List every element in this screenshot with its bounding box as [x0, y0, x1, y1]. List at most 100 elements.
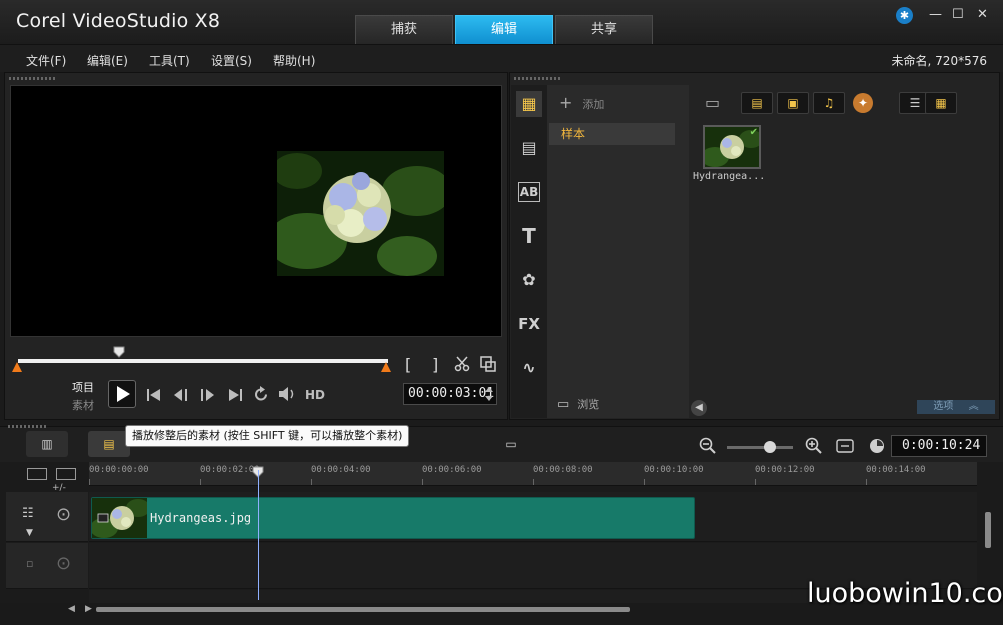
menu-settings[interactable]: 设置(S) [211, 52, 252, 69]
media-icon[interactable]: ▦ [516, 91, 542, 117]
menu-file[interactable]: 文件(F) [26, 52, 66, 69]
timeline-view-icon[interactable]: ▤ [88, 431, 130, 457]
tab-capture[interactable]: 捕获 [355, 15, 453, 44]
lock-icon[interactable]: ▫ [26, 557, 33, 570]
next-frame-icon[interactable] [199, 388, 217, 402]
thumbnail-label: Hydrangea... [693, 171, 766, 182]
library-folders: + 添加 样本 ▭ 浏览 [547, 85, 689, 418]
ruler-tick [866, 479, 867, 485]
filter-icon[interactable]: FX [516, 311, 542, 337]
ruler-label: 00:00:06:00 [422, 465, 482, 475]
library-thumbnail[interactable]: ✔ [703, 125, 761, 169]
graphic-icon[interactable]: ✿ [516, 267, 542, 293]
panel-grip[interactable] [9, 77, 57, 80]
ruler-tick [755, 479, 756, 485]
volume-icon[interactable] [278, 386, 298, 402]
add-folder-button[interactable]: + 添加 [559, 93, 604, 112]
play-button[interactable] [108, 380, 136, 408]
options-button[interactable]: 选项 ︽ [917, 400, 995, 414]
scroll-left-icon[interactable]: ◀ [68, 604, 75, 614]
project-info: 未命名, 720*576 [891, 54, 987, 68]
title-icon[interactable]: T [516, 223, 542, 249]
repeat-icon[interactable] [253, 386, 270, 403]
trim-end-marker-icon[interactable] [381, 362, 391, 372]
menu-help[interactable]: 帮助(H) [273, 52, 315, 69]
panel-grip[interactable] [514, 77, 562, 80]
watermark: luobowin10.com [807, 578, 1003, 609]
help-badge-icon[interactable]: ✱ [896, 7, 913, 24]
fit-project-icon[interactable] [836, 439, 854, 453]
ruler-label: 00:00:08:00 [533, 465, 593, 475]
play-icon [117, 386, 130, 402]
zoom-out-icon[interactable] [699, 437, 717, 455]
tab-edit[interactable]: 编辑 [455, 15, 553, 44]
scroll-right-icon[interactable]: ▶ [85, 604, 92, 614]
browse-button[interactable]: ▭ 浏览 [557, 396, 599, 412]
browse-label: 浏览 [577, 398, 600, 411]
overlay-track-icon: ⊙ [56, 553, 72, 574]
panel-grip[interactable] [8, 425, 48, 428]
library-content: ▭ ▤ ▣ ♫ ✦ ☰ ▦ ✔ Hydrangea... ◀ 选项 ︽ [689, 85, 999, 418]
scrubber-handle-icon[interactable] [113, 346, 125, 358]
track-toggle-icon[interactable]: ☷ [22, 506, 34, 521]
mark-in-button[interactable]: [ [405, 355, 411, 374]
transition-icon[interactable]: AB [518, 182, 540, 202]
mode-project-label[interactable]: 项目 [72, 379, 94, 395]
vertical-scrollbar[interactable] [985, 512, 991, 548]
library-sidebar: ▦ ▤ AB T ✿ FX ∿ [511, 85, 547, 418]
enlarge-preview-icon[interactable] [480, 356, 496, 372]
ruler-label: 00:00:04:00 [311, 465, 371, 475]
title-toolbar-icon[interactable]: ▭ [490, 431, 532, 457]
browse-icon: ▭ [557, 397, 570, 412]
menu-tools[interactable]: 工具(T) [149, 52, 190, 69]
app-title: Corel VideoStudio X8 [16, 10, 221, 32]
scissors-icon[interactable] [454, 356, 470, 372]
menu-edit[interactable]: 编辑(E) [87, 52, 128, 69]
zoom-slider[interactable] [727, 446, 793, 449]
ruler-tick [200, 479, 201, 485]
player-timecode-value: 00:00:03:01 [408, 386, 495, 401]
end-icon[interactable] [227, 388, 243, 402]
thumbnail-view-icon[interactable]: ▦ [925, 92, 957, 114]
preview-image [277, 151, 444, 276]
open-folder-icon[interactable]: ▭ [705, 93, 720, 112]
path-icon[interactable]: ∿ [516, 355, 542, 381]
maximize-button[interactable]: ☐ [952, 7, 964, 22]
storyboard-view-icon[interactable]: ▥ [26, 431, 68, 457]
home-icon[interactable] [146, 388, 162, 402]
trim-start-marker-icon[interactable] [12, 362, 22, 372]
hd-preview-button[interactable]: HD [305, 388, 325, 402]
workspace-tabs: 捕获 编辑 共享 [355, 15, 653, 44]
horizontal-scrollbar[interactable] [96, 607, 630, 612]
player-timecode[interactable]: 00:00:03:01 [403, 383, 497, 405]
ruler-label: 00:00:00:00 [89, 465, 149, 475]
timeline-ruler[interactable]: 00:00:00:00 00:00:02:00 00:00:04:00 00:0… [89, 462, 977, 486]
checkmark-icon: ✔ [749, 127, 758, 138]
zoom-in-icon[interactable] [805, 437, 823, 455]
overlay-track-header: ▫ ⊙ [6, 543, 88, 589]
timeline-duration[interactable]: 0:00:10:24 [891, 435, 987, 457]
ruler-tick [422, 479, 423, 485]
show-photos-icon[interactable]: ▣ [777, 92, 809, 114]
previous-frame-icon[interactable] [172, 388, 190, 402]
folder-item-sample[interactable]: 样本 [549, 123, 675, 145]
mark-out-button[interactable]: ] [432, 355, 438, 374]
chapter-point-icon[interactable] [56, 468, 76, 480]
show-videos-icon[interactable]: ▤ [741, 92, 773, 114]
zoom-slider-handle[interactable] [764, 441, 776, 453]
timeline-clip[interactable]: Hydrangeas.jpg [91, 497, 695, 539]
close-button[interactable]: ✕ [977, 7, 988, 22]
minimize-button[interactable]: — [929, 7, 942, 22]
mode-clip-label[interactable]: 素材 [72, 397, 94, 413]
playhead-line[interactable] [258, 470, 259, 600]
import-icon[interactable]: ✦ [853, 93, 873, 113]
timecode-spinner-icon[interactable] [485, 387, 493, 401]
show-audio-icon[interactable]: ♫ [813, 92, 845, 114]
tab-share[interactable]: 共享 [555, 15, 653, 44]
scrubber-bar[interactable] [18, 359, 388, 363]
instant-project-icon[interactable]: ▤ [516, 135, 542, 161]
collapse-left-icon[interactable]: ◀ [691, 400, 707, 416]
track-manager-icon[interactable] [27, 468, 47, 480]
play-tooltip: 播放修整后的素材 (按住 SHIFT 键，可以播放整个素材) [125, 425, 410, 447]
chevron-down-icon[interactable]: ▼ [26, 528, 33, 538]
